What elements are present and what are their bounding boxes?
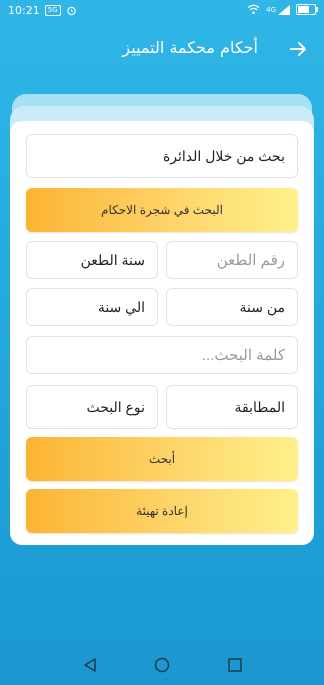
- status-left: 10:21 5G: [8, 4, 77, 17]
- nav-back-icon[interactable]: [82, 657, 98, 673]
- match-type-select[interactable]: المطابقة: [166, 385, 298, 429]
- status-bar: 10:21 5G 4G: [0, 0, 324, 22]
- to-year-field[interactable]: الي سنة: [26, 288, 158, 326]
- alarm-icon: [66, 6, 76, 16]
- status-right: 4G: [247, 4, 318, 15]
- nav-recents-icon[interactable]: [227, 657, 243, 673]
- appeal-year-field[interactable]: سنة الطعن: [26, 241, 158, 279]
- tree-search-button[interactable]: البحث في شجرة الاحكام: [26, 188, 298, 232]
- system-nav-bar: [0, 645, 324, 685]
- reset-button[interactable]: إعادة تهيئة: [26, 489, 298, 533]
- page-title: أحكام محكمة التمييز: [122, 38, 258, 57]
- sim-badge: 5G: [44, 5, 61, 16]
- back-arrow-icon[interactable]: [288, 39, 308, 59]
- battery-level: [298, 6, 310, 13]
- from-year-field[interactable]: من سنة: [166, 288, 298, 326]
- keyword-search-input[interactable]: كلمة البحث...: [26, 336, 298, 374]
- wifi-icon: [247, 4, 260, 14]
- appeal-number-input[interactable]: رقم الطعن: [166, 241, 298, 279]
- search-form-card: بحث من خلال الدائرة البحث في شجرة الاحكا…: [10, 121, 314, 545]
- search-type-select[interactable]: نوع البحث: [26, 385, 158, 429]
- network-type: 4G: [266, 5, 276, 14]
- status-time: 10:21: [8, 4, 40, 17]
- nav-home-icon[interactable]: [154, 657, 170, 673]
- circuit-search-field[interactable]: بحث من خلال الدائرة: [26, 134, 298, 178]
- app-bar: أحكام محكمة التمييز: [0, 28, 324, 72]
- search-button[interactable]: أبحث: [26, 437, 298, 481]
- signal-icon: [278, 4, 290, 15]
- battery-icon: [296, 4, 318, 15]
